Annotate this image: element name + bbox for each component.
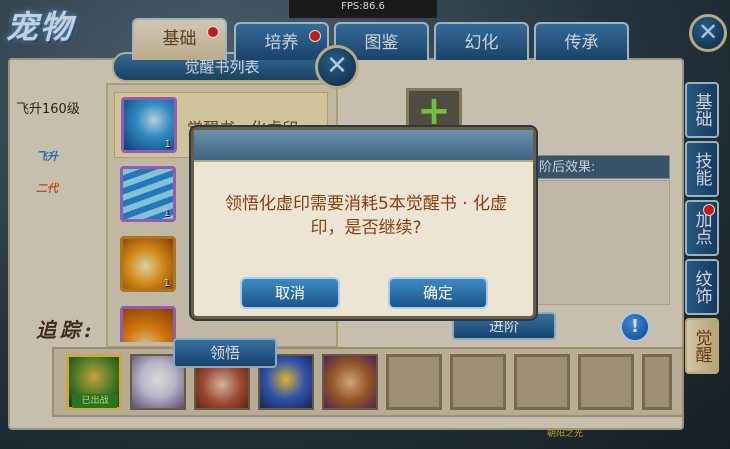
cancel-button[interactable]: 取消 — [240, 277, 340, 309]
fps-counter: FPS:86.6 — [289, 0, 437, 18]
dialog-message: 领悟化虚印需要消耗5本觉醒书 · 化虚印，是否继续? — [224, 194, 508, 238]
confirm-button[interactable]: 确定 — [388, 277, 488, 309]
dialog-header — [194, 130, 533, 162]
confirm-dialog: 领悟化虚印需要消耗5本觉醒书 · 化虚印，是否继续? 取消 确定 — [191, 127, 536, 319]
